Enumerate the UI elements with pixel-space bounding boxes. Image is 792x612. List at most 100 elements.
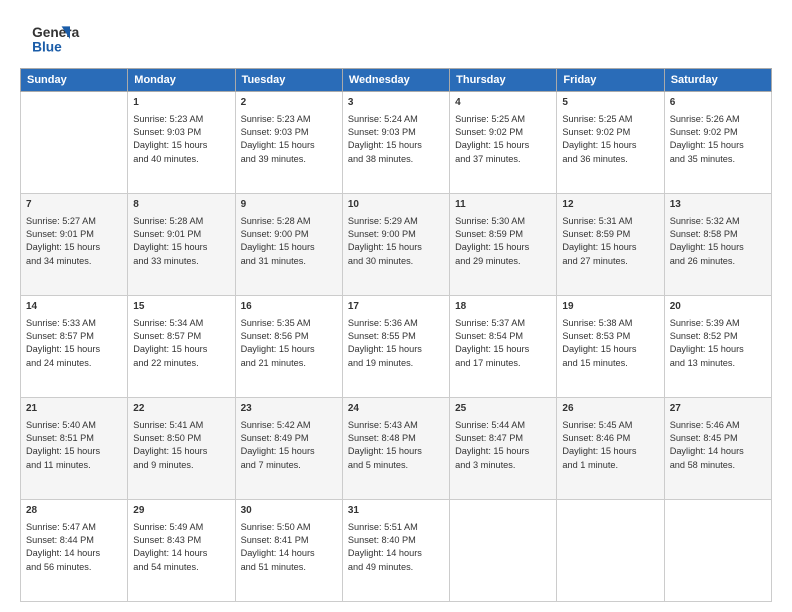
day-info: Sunrise: 5:50 AM Sunset: 8:41 PM Dayligh…	[241, 522, 315, 572]
day-cell: 29 Sunrise: 5:49 AM Sunset: 8:43 PM Dayli…	[128, 500, 235, 602]
col-header-thursday: Thursday	[450, 69, 557, 92]
day-number: 28	[26, 504, 122, 519]
day-number: 6	[670, 96, 766, 111]
day-number: 7	[26, 198, 122, 213]
day-number: 1	[133, 96, 229, 111]
day-number: 19	[562, 300, 658, 315]
day-cell: 12 Sunrise: 5:31 AM Sunset: 8:59 PM Dayli…	[557, 194, 664, 296]
col-header-wednesday: Wednesday	[342, 69, 449, 92]
day-number: 21	[26, 402, 122, 417]
day-number: 2	[241, 96, 337, 111]
day-number: 15	[133, 300, 229, 315]
day-cell: 2 Sunrise: 5:23 AM Sunset: 9:03 PM Daylig…	[235, 92, 342, 194]
day-cell: 10 Sunrise: 5:29 AM Sunset: 9:00 PM Dayli…	[342, 194, 449, 296]
col-header-saturday: Saturday	[664, 69, 771, 92]
day-info: Sunrise: 5:47 AM Sunset: 8:44 PM Dayligh…	[26, 522, 100, 572]
day-number: 8	[133, 198, 229, 213]
week-row-1: 1 Sunrise: 5:23 AM Sunset: 9:03 PM Daylig…	[21, 92, 772, 194]
day-number: 29	[133, 504, 229, 519]
day-info: Sunrise: 5:23 AM Sunset: 9:03 PM Dayligh…	[241, 114, 315, 164]
day-cell: 18 Sunrise: 5:37 AM Sunset: 8:54 PM Dayli…	[450, 296, 557, 398]
day-cell: 24 Sunrise: 5:43 AM Sunset: 8:48 PM Dayli…	[342, 398, 449, 500]
day-number: 23	[241, 402, 337, 417]
day-info: Sunrise: 5:51 AM Sunset: 8:40 PM Dayligh…	[348, 522, 422, 572]
day-number: 13	[670, 198, 766, 213]
day-cell: 20 Sunrise: 5:39 AM Sunset: 8:52 PM Dayli…	[664, 296, 771, 398]
day-info: Sunrise: 5:25 AM Sunset: 9:02 PM Dayligh…	[562, 114, 636, 164]
day-info: Sunrise: 5:33 AM Sunset: 8:57 PM Dayligh…	[26, 318, 100, 368]
day-info: Sunrise: 5:35 AM Sunset: 8:56 PM Dayligh…	[241, 318, 315, 368]
day-number: 26	[562, 402, 658, 417]
day-info: Sunrise: 5:29 AM Sunset: 9:00 PM Dayligh…	[348, 216, 422, 266]
calendar-table: SundayMondayTuesdayWednesdayThursdayFrid…	[20, 68, 772, 602]
day-info: Sunrise: 5:24 AM Sunset: 9:03 PM Dayligh…	[348, 114, 422, 164]
day-info: Sunrise: 5:49 AM Sunset: 8:43 PM Dayligh…	[133, 522, 207, 572]
day-cell: 13 Sunrise: 5:32 AM Sunset: 8:58 PM Dayli…	[664, 194, 771, 296]
day-number: 14	[26, 300, 122, 315]
day-number: 20	[670, 300, 766, 315]
day-number: 5	[562, 96, 658, 111]
col-header-tuesday: Tuesday	[235, 69, 342, 92]
day-cell	[21, 92, 128, 194]
day-cell: 4 Sunrise: 5:25 AM Sunset: 9:02 PM Daylig…	[450, 92, 557, 194]
day-cell: 16 Sunrise: 5:35 AM Sunset: 8:56 PM Dayli…	[235, 296, 342, 398]
day-cell: 27Sunrise: 5:46 AM Sunset: 8:45 PM Dayli…	[664, 398, 771, 500]
day-number: 10	[348, 198, 444, 213]
day-number: 4	[455, 96, 551, 111]
day-cell: 19 Sunrise: 5:38 AM Sunset: 8:53 PM Dayli…	[557, 296, 664, 398]
day-info: Sunrise: 5:37 AM Sunset: 8:54 PM Dayligh…	[455, 318, 529, 368]
day-number: 9	[241, 198, 337, 213]
svg-text:General: General	[32, 25, 80, 40]
day-cell: 23 Sunrise: 5:42 AM Sunset: 8:49 PM Dayli…	[235, 398, 342, 500]
day-info: Sunrise: 5:30 AM Sunset: 8:59 PM Dayligh…	[455, 216, 529, 266]
day-number: 24	[348, 402, 444, 417]
day-cell: 9 Sunrise: 5:28 AM Sunset: 9:00 PM Daylig…	[235, 194, 342, 296]
logo: General Blue	[20, 18, 80, 58]
day-info: Sunrise: 5:38 AM Sunset: 8:53 PM Dayligh…	[562, 318, 636, 368]
header: General Blue	[20, 18, 772, 58]
day-cell	[557, 500, 664, 602]
day-info: Sunrise: 5:28 AM Sunset: 9:00 PM Dayligh…	[241, 216, 315, 266]
week-row-2: 7 Sunrise: 5:27 AM Sunset: 9:01 PM Daylig…	[21, 194, 772, 296]
day-cell	[664, 500, 771, 602]
day-info: Sunrise: 5:25 AM Sunset: 9:02 PM Dayligh…	[455, 114, 529, 164]
day-cell: 15Sunrise: 5:34 AM Sunset: 8:57 PM Dayli…	[128, 296, 235, 398]
day-info: Sunrise: 5:39 AM Sunset: 8:52 PM Dayligh…	[670, 318, 744, 368]
week-row-5: 28 Sunrise: 5:47 AM Sunset: 8:44 PM Dayli…	[21, 500, 772, 602]
day-info: Sunrise: 5:36 AM Sunset: 8:55 PM Dayligh…	[348, 318, 422, 368]
day-info: Sunrise: 5:43 AM Sunset: 8:48 PM Dayligh…	[348, 420, 422, 470]
day-cell: 14 Sunrise: 5:33 AM Sunset: 8:57 PM Dayli…	[21, 296, 128, 398]
col-header-friday: Friday	[557, 69, 664, 92]
day-info: Sunrise: 5:27 AM Sunset: 9:01 PM Dayligh…	[26, 216, 100, 266]
day-info: Sunrise: 5:31 AM Sunset: 8:59 PM Dayligh…	[562, 216, 636, 266]
day-number: 25	[455, 402, 551, 417]
day-number: 12	[562, 198, 658, 213]
day-cell: 28 Sunrise: 5:47 AM Sunset: 8:44 PM Dayli…	[21, 500, 128, 602]
day-number: 30	[241, 504, 337, 519]
week-row-4: 21 Sunrise: 5:40 AM Sunset: 8:51 PM Dayli…	[21, 398, 772, 500]
day-number: 3	[348, 96, 444, 111]
day-cell: 26 Sunrise: 5:45 AM Sunset: 8:46 PM Dayli…	[557, 398, 664, 500]
day-cell: 25Sunrise: 5:44 AM Sunset: 8:47 PM Dayli…	[450, 398, 557, 500]
day-info: Sunrise: 5:45 AM Sunset: 8:46 PM Dayligh…	[562, 420, 636, 470]
day-cell: 7 Sunrise: 5:27 AM Sunset: 9:01 PM Daylig…	[21, 194, 128, 296]
day-cell	[450, 500, 557, 602]
day-number: 18	[455, 300, 551, 315]
day-cell: 30 Sunrise: 5:50 AM Sunset: 8:41 PM Dayli…	[235, 500, 342, 602]
day-cell: 5 Sunrise: 5:25 AM Sunset: 9:02 PM Daylig…	[557, 92, 664, 194]
header-row: SundayMondayTuesdayWednesdayThursdayFrid…	[21, 69, 772, 92]
day-cell: 21 Sunrise: 5:40 AM Sunset: 8:51 PM Dayli…	[21, 398, 128, 500]
day-number: 16	[241, 300, 337, 315]
day-info: Sunrise: 5:42 AM Sunset: 8:49 PM Dayligh…	[241, 420, 315, 470]
page: General Blue SundayMondayTuesdayWednesda…	[0, 0, 792, 612]
day-info: Sunrise: 5:41 AM Sunset: 8:50 PM Dayligh…	[133, 420, 207, 470]
logo-icon: General Blue	[20, 18, 80, 58]
day-cell: 17Sunrise: 5:36 AM Sunset: 8:55 PM Dayli…	[342, 296, 449, 398]
day-info: Sunrise: 5:40 AM Sunset: 8:51 PM Dayligh…	[26, 420, 100, 470]
col-header-sunday: Sunday	[21, 69, 128, 92]
day-info: Sunrise: 5:32 AM Sunset: 8:58 PM Dayligh…	[670, 216, 744, 266]
day-number: 31	[348, 504, 444, 519]
svg-text:Blue: Blue	[32, 40, 62, 55]
day-number: 27	[670, 402, 766, 417]
day-info: Sunrise: 5:23 AM Sunset: 9:03 PM Dayligh…	[133, 114, 207, 164]
